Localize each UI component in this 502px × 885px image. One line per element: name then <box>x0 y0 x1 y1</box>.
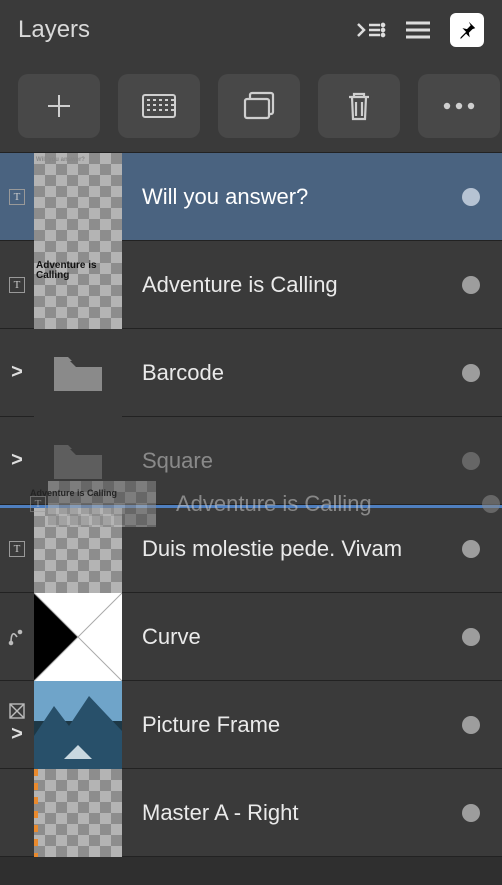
mask-button[interactable] <box>118 74 200 138</box>
picture-preview-icon <box>34 681 122 769</box>
layer-row[interactable]: Master A - Right <box>0 769 502 857</box>
curve-preview-icon <box>34 593 122 681</box>
folder-icon <box>50 351 106 395</box>
layers-list: T Will you answer? Will you answer? T Ad… <box>0 153 502 857</box>
layer-row[interactable]: T Adventure is Calling Adventure is Call… <box>0 241 502 329</box>
add-layer-button[interactable] <box>18 74 100 138</box>
layer-thumbnail[interactable] <box>34 593 122 681</box>
thumbnail-preview-text: Adventure is Calling <box>30 489 117 498</box>
more-button[interactable] <box>418 74 500 138</box>
layer-thumbnail[interactable]: Will you answer? <box>34 153 122 241</box>
group-button[interactable] <box>218 74 300 138</box>
layers-toolbar <box>0 60 502 153</box>
menu-icon[interactable] <box>404 19 432 41</box>
layer-gutter: > <box>0 703 34 746</box>
drag-ghost: T Adventure is Calling Adventure is Call… <box>28 481 502 527</box>
layer-thumbnail[interactable] <box>34 681 122 769</box>
master-edge-indicator <box>34 769 38 857</box>
ghost-layer-name: Adventure is Calling <box>156 491 482 517</box>
header-actions <box>356 13 484 47</box>
visibility-toggle[interactable] <box>462 716 480 734</box>
expand-toggle[interactable]: > <box>11 723 23 746</box>
layer-thumbnail[interactable] <box>34 329 122 417</box>
thumbnail-preview-text: Adventure is Calling <box>36 261 122 282</box>
panel-header: Layers <box>0 0 502 60</box>
pin-button[interactable] <box>450 13 484 47</box>
layer-gutter: T <box>0 541 34 557</box>
thumbnail-preview-text: Will you answer? <box>36 157 85 163</box>
delete-button[interactable] <box>318 74 400 138</box>
layer-gutter <box>0 628 34 646</box>
layer-row[interactable]: > Picture Frame <box>0 681 502 769</box>
visibility-toggle[interactable] <box>462 276 480 294</box>
layer-gutter: > <box>0 449 34 472</box>
layer-name[interactable]: Will you answer? <box>122 184 440 210</box>
visibility-toggle[interactable] <box>462 188 480 206</box>
layer-name[interactable]: Curve <box>122 624 440 650</box>
curve-layer-badge <box>8 628 26 646</box>
layer-row[interactable]: > Barcode <box>0 329 502 417</box>
visibility-toggle[interactable] <box>462 452 480 470</box>
layer-gutter: T <box>0 277 34 293</box>
expand-toggle[interactable]: > <box>11 361 23 384</box>
layer-name[interactable]: Duis molestie pede. Vivam <box>122 536 440 562</box>
layer-thumbnail[interactable]: Adventure is Calling <box>34 241 122 329</box>
layer-gutter: T <box>0 189 34 205</box>
text-layer-badge: T <box>9 277 25 293</box>
expand-toggle[interactable]: > <box>11 449 23 472</box>
layer-name[interactable]: Picture Frame <box>122 712 440 738</box>
layer-name[interactable]: Master A - Right <box>122 800 440 826</box>
folder-icon <box>50 439 106 483</box>
picture-layer-badge <box>9 703 25 719</box>
layer-name[interactable]: Square <box>122 448 440 474</box>
collapse-icon[interactable] <box>356 18 386 42</box>
visibility-toggle[interactable] <box>462 540 480 558</box>
panel-title: Layers <box>18 16 356 44</box>
layer-row[interactable]: Curve <box>0 593 502 681</box>
layer-gutter: > <box>0 361 34 384</box>
text-layer-badge: T <box>9 541 25 557</box>
visibility-toggle[interactable] <box>462 364 480 382</box>
layer-row[interactable]: T Will you answer? Will you answer? <box>0 153 502 241</box>
layer-name[interactable]: Adventure is Calling <box>122 272 440 298</box>
layer-thumbnail[interactable] <box>34 769 122 857</box>
layer-name[interactable]: Barcode <box>122 360 440 386</box>
ghost-visibility-dot <box>482 495 500 513</box>
ghost-thumbnail: Adventure is Calling <box>48 481 156 527</box>
text-layer-badge: T <box>9 189 25 205</box>
visibility-toggle[interactable] <box>462 628 480 646</box>
visibility-toggle[interactable] <box>462 804 480 822</box>
